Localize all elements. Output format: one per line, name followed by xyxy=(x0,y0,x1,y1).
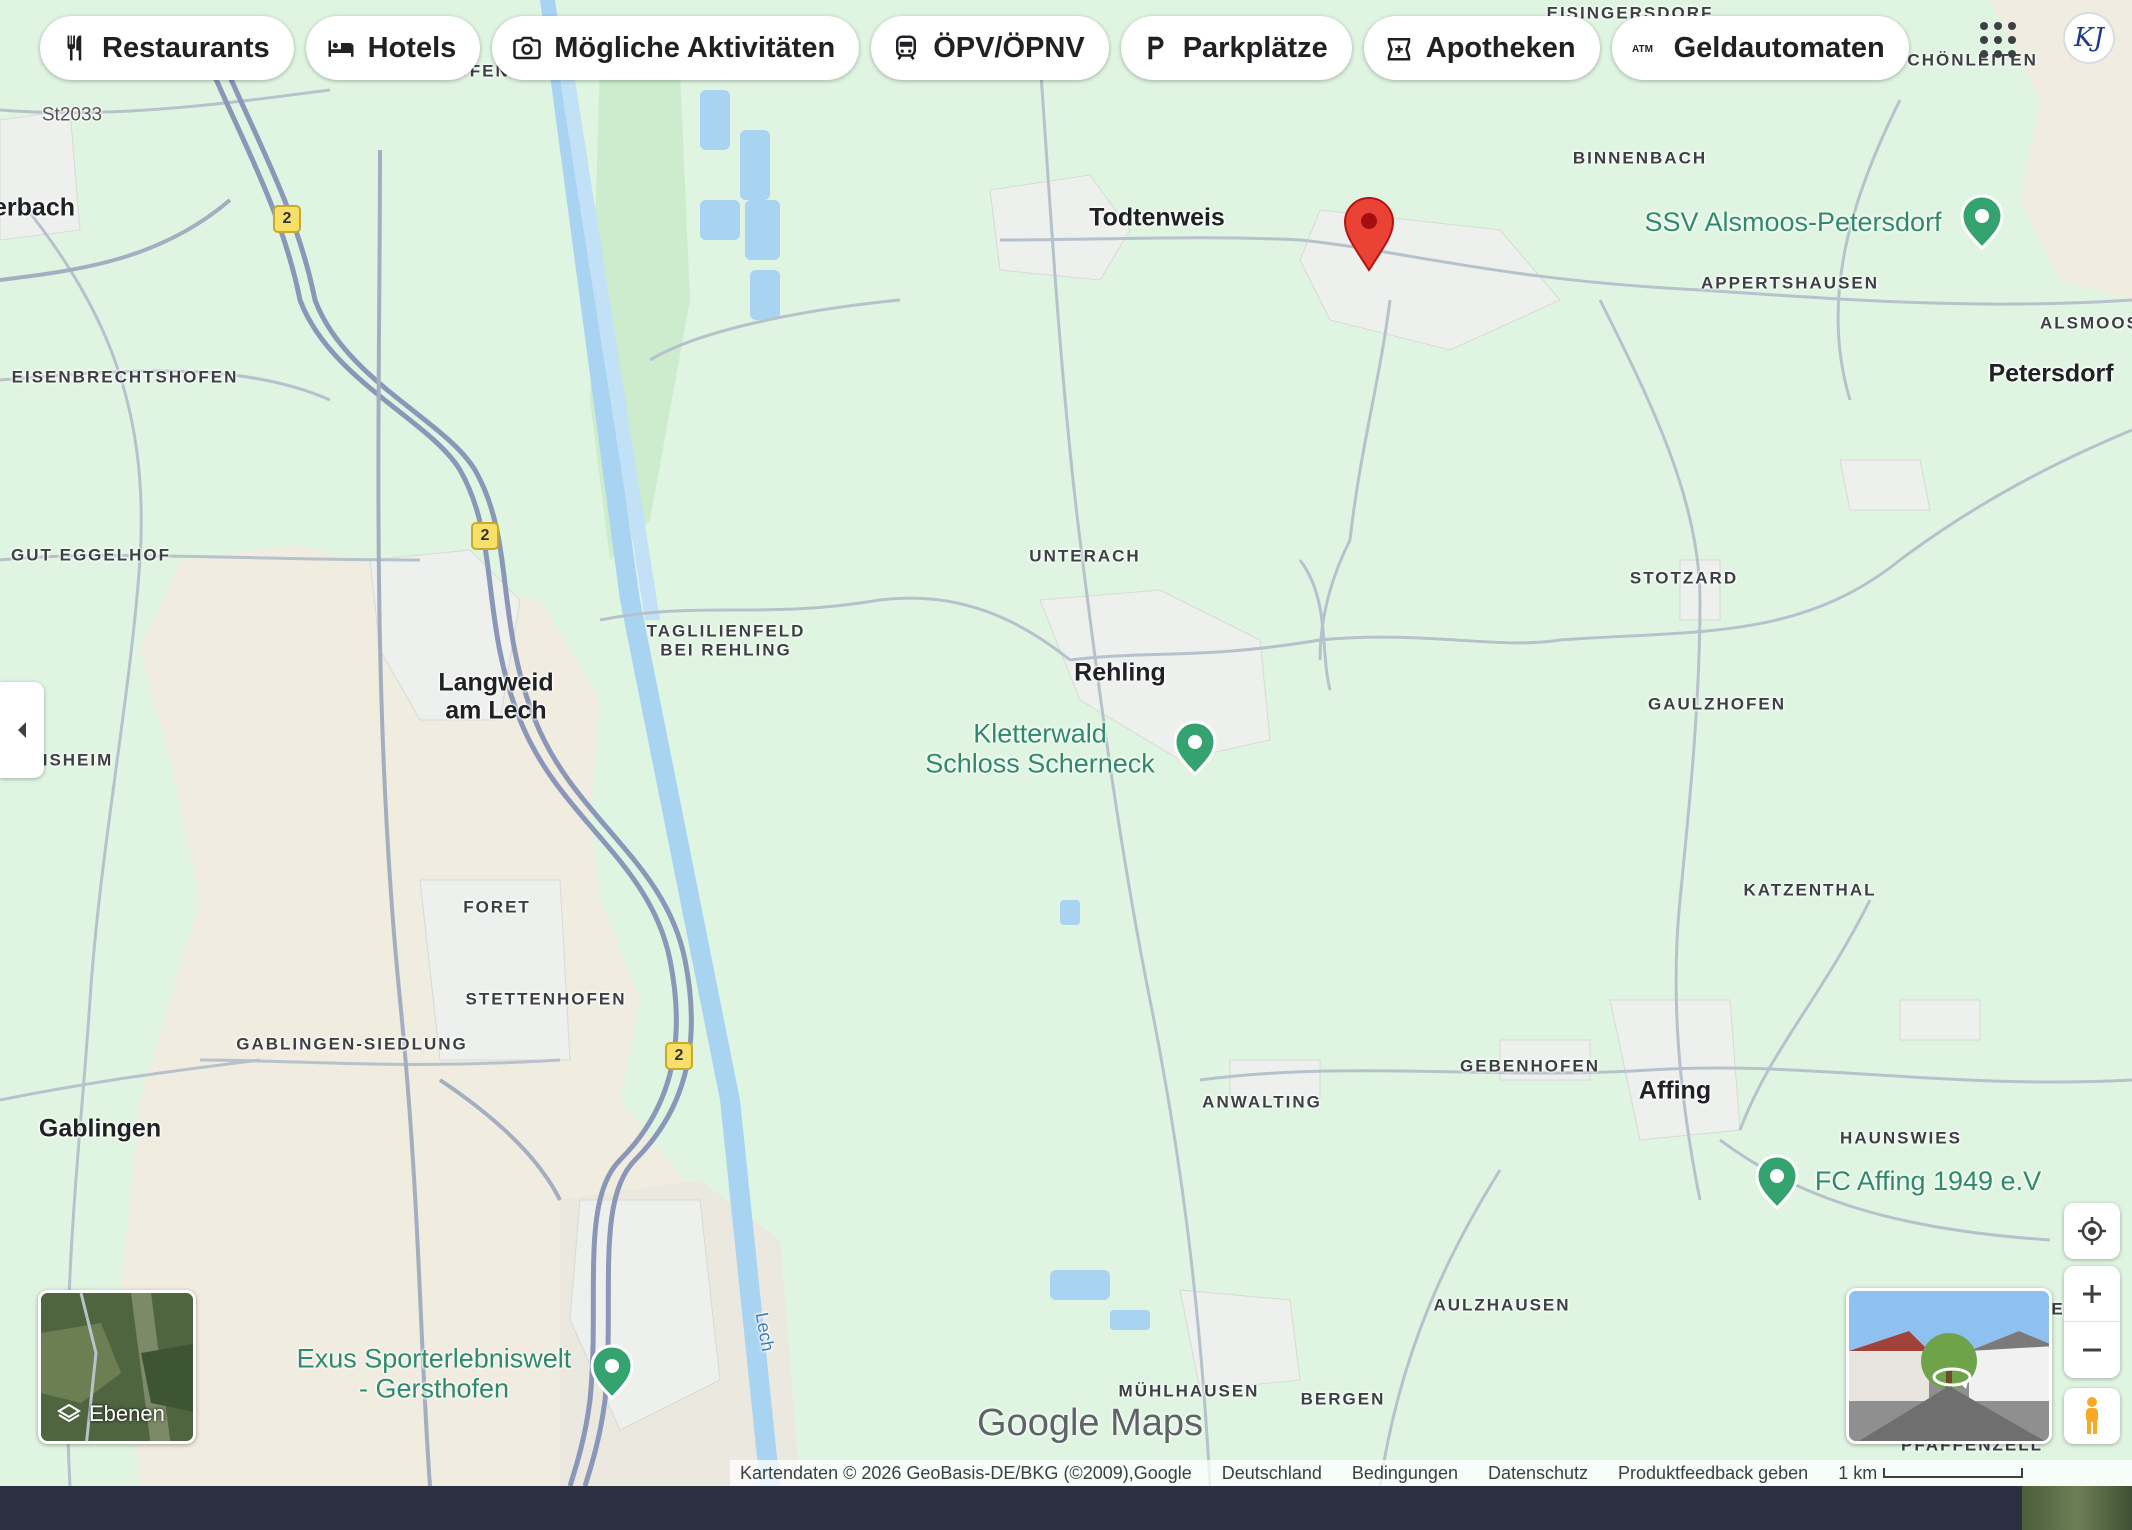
crosshair-icon xyxy=(2078,1217,2106,1245)
map-data-credits[interactable]: Kartendaten © 2026 GeoBasis-DE/BKG (©200… xyxy=(740,1463,1192,1484)
poi-label-kletterwald[interactable]: Kletterwald Schloss Scherneck xyxy=(925,718,1155,778)
town-label-petersdorf[interactable]: Petersdorf xyxy=(1988,360,2113,388)
village-label-binnenbach[interactable]: BINNENBACH xyxy=(1573,149,1707,169)
pegman-icon xyxy=(2086,1397,2098,1434)
road-shield-b2: 2 xyxy=(273,205,301,233)
village-label-taglilienfeld[interactable]: TAGLILIENFELD BEI REHLING xyxy=(647,621,806,659)
town-label-rehling[interactable]: Rehling xyxy=(1074,659,1166,687)
plus-icon xyxy=(2083,1284,2101,1303)
town-label-gablingen[interactable]: Gablingen xyxy=(39,1115,161,1143)
google-maps-logo: Google Maps xyxy=(977,1402,1204,1444)
street-view-thumbnail[interactable] xyxy=(1846,1288,2052,1444)
village-label-unterach[interactable]: UNTERACH xyxy=(1029,547,1140,567)
collapse-panel-button[interactable] xyxy=(0,682,44,778)
chip-label: Hotels xyxy=(367,31,457,64)
road-label-st2033: St2033 xyxy=(41,104,103,126)
zoom-controls xyxy=(2064,1266,2120,1378)
scale-bar-line xyxy=(1883,1468,2024,1478)
atm-icon: ATM xyxy=(1632,44,1653,55)
attribution-bar: Kartendaten © 2026 GeoBasis-DE/BKG (©200… xyxy=(730,1460,2132,1486)
chip-label: Parkplätze xyxy=(1182,31,1328,64)
pegman-button[interactable] xyxy=(2064,1388,2120,1444)
town-label-todtenweis[interactable]: Todtenweis xyxy=(1089,204,1225,232)
chip-label: Mögliche Aktivitäten xyxy=(554,31,836,64)
camera-icon xyxy=(513,36,542,60)
chip-atms[interactable]: ATM Geldautomaten xyxy=(1611,16,1909,80)
chip-label: Apotheken xyxy=(1425,31,1576,64)
zoom-in-button[interactable] xyxy=(2064,1266,2120,1322)
poi-pin-icon[interactable] xyxy=(1171,720,1219,776)
rotate-360-icon xyxy=(1932,1367,1972,1389)
village-label-gut-eggelhof[interactable]: GUT EGGELHOF xyxy=(11,546,171,566)
town-label-affing[interactable]: Affing xyxy=(1639,1077,1711,1105)
layers-button[interactable]: Ebenen xyxy=(38,1290,196,1444)
poi-pin-icon[interactable] xyxy=(1958,194,2006,250)
zoom-out-button[interactable] xyxy=(2064,1322,2120,1378)
village-label-haunswies[interactable]: HAUNSWIES xyxy=(1840,1129,1962,1149)
town-label-langweid[interactable]: Langweid am Lech xyxy=(438,669,553,725)
bottom-strip xyxy=(0,1486,2132,1530)
village-label-e[interactable]: E xyxy=(2051,1300,2064,1320)
layers-icon xyxy=(57,1403,81,1423)
chip-label: Restaurants xyxy=(102,31,270,64)
location-marker-icon[interactable] xyxy=(1342,196,1396,272)
privacy-link[interactable]: Datenschutz xyxy=(1488,1463,1588,1484)
country-link[interactable]: Deutschland xyxy=(1222,1463,1322,1484)
chip-label: ÖPV/ÖPNV xyxy=(933,31,1085,64)
chip-label: Geldautomaten xyxy=(1673,31,1885,64)
map-canvas[interactable]: Todtenweis Rehling Langweid am Lech Gabl… xyxy=(0,0,2132,1486)
poi-label-ssv-alsmoos[interactable]: SSV Alsmoos-Petersdorf xyxy=(1644,207,1941,238)
village-label-stotzard[interactable]: STOTZARD xyxy=(1630,569,1738,589)
village-label-aulzhausen[interactable]: AULZHAUSEN xyxy=(1433,1296,1570,1316)
village-label-gebenhofen[interactable]: GEBENHOFEN xyxy=(1460,1057,1600,1077)
road-shield-b2: 2 xyxy=(665,1042,693,1070)
poi-pin-icon[interactable] xyxy=(1753,1154,1801,1210)
village-label-katzenthal[interactable]: KATZENTHAL xyxy=(1744,881,1877,901)
village-label-bergen[interactable]: BERGEN xyxy=(1301,1390,1386,1410)
village-label-stettenhofen[interactable]: STETTENHOFEN xyxy=(466,990,627,1010)
terms-link[interactable]: Bedingungen xyxy=(1352,1463,1458,1484)
chip-pharmacies[interactable]: Apotheken xyxy=(1363,16,1600,80)
chevron-left-icon xyxy=(18,722,26,738)
account-avatar[interactable]: KJ xyxy=(2063,12,2115,64)
poi-label-exus[interactable]: Exus Sporterlebniswelt - Gersthofen xyxy=(297,1343,572,1403)
layers-label: Ebenen xyxy=(57,1401,165,1427)
my-location-button[interactable] xyxy=(2064,1203,2120,1259)
svg-text:ATM: ATM xyxy=(1632,44,1653,55)
bed-icon xyxy=(328,40,354,57)
road-shield-b2: 2 xyxy=(471,522,499,550)
fork-knife-icon xyxy=(67,35,82,61)
scale-bar[interactable]: 1 km xyxy=(1838,1463,2024,1484)
poi-pin-icon[interactable] xyxy=(588,1344,636,1400)
apps-grid-icon[interactable] xyxy=(1976,18,2020,62)
satellite-edge xyxy=(2022,1486,2132,1530)
category-chip-bar: Restaurants Hotels Mögliche Aktivitäten … xyxy=(40,16,1909,80)
village-label-gablingen-siedlung[interactable]: GABLINGEN-SIEDLUNG xyxy=(236,1035,468,1055)
avatar-initials: KJ xyxy=(2074,23,2104,53)
pharmacy-icon xyxy=(1387,38,1411,61)
minus-icon xyxy=(2083,1348,2101,1352)
village-label-foret[interactable]: FORET xyxy=(463,898,531,918)
village-label-appertshausen[interactable]: APPERTSHAUSEN xyxy=(1701,274,1879,294)
chip-parking[interactable]: Parkplätze xyxy=(1120,16,1352,80)
village-label-muehlhausen[interactable]: MÜHLHAUSEN xyxy=(1119,1382,1260,1402)
village-label-isheim[interactable]: ISHEIM xyxy=(43,751,114,771)
chip-transit[interactable]: ÖPV/ÖPNV xyxy=(871,16,1109,80)
train-icon xyxy=(896,35,917,60)
village-label-anwalting[interactable]: ANWALTING xyxy=(1202,1093,1322,1113)
feedback-link[interactable]: Produktfeedback geben xyxy=(1618,1463,1808,1484)
village-label-gaulzhofen[interactable]: GAULZHOFEN xyxy=(1648,695,1786,715)
village-label-alsmoos[interactable]: ALSMOOS xyxy=(2040,314,2132,334)
chip-activities[interactable]: Mögliche Aktivitäten xyxy=(492,16,860,80)
chip-hotels[interactable]: Hotels xyxy=(305,16,481,80)
poi-label-fc-affing[interactable]: FC Affing 1949 e.V xyxy=(1815,1166,2041,1197)
parking-icon xyxy=(1148,36,1164,60)
village-label-eisenbrechtshofen[interactable]: EISENBRECHTSHOFEN xyxy=(12,368,239,388)
chip-restaurants[interactable]: Restaurants xyxy=(40,16,294,80)
town-label-erbach[interactable]: erbach xyxy=(0,194,75,222)
